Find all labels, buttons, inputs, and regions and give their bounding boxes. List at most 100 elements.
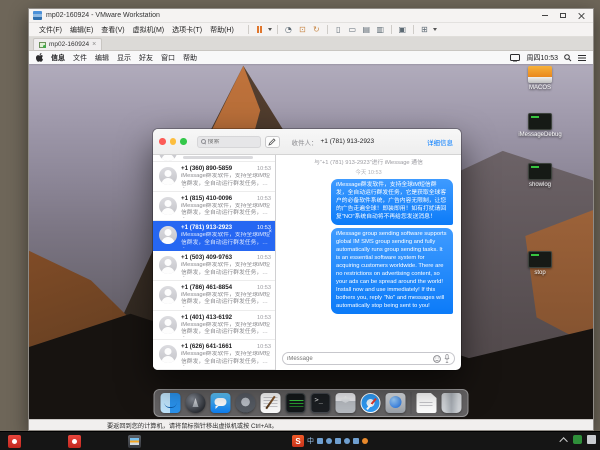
terminal-app-icon bbox=[528, 251, 552, 268]
system-preferences-icon[interactable] bbox=[236, 393, 256, 413]
message-input[interactable] bbox=[287, 356, 430, 362]
desktop-icon-imessagedebug[interactable]: iMessageDebug bbox=[517, 113, 563, 139]
safari-icon[interactable] bbox=[361, 393, 381, 413]
traffic-zoom-button[interactable] bbox=[180, 138, 187, 145]
desktop-icon-macos[interactable]: MACOS bbox=[517, 66, 563, 92]
system-tray[interactable] bbox=[562, 435, 596, 444]
macos-menu-buddies[interactable]: 好友 bbox=[139, 53, 153, 63]
take-snapshot-button[interactable]: ⊡ bbox=[297, 24, 308, 35]
emoji-icon[interactable] bbox=[433, 355, 441, 363]
menu-tabs[interactable]: 选项卡(T) bbox=[168, 25, 206, 35]
textedit-icon[interactable] bbox=[261, 393, 281, 413]
ime-mic-icon[interactable] bbox=[326, 438, 332, 444]
network-icon[interactable] bbox=[386, 393, 406, 413]
apple-menu-icon[interactable] bbox=[36, 53, 44, 62]
ime-mode-toggle[interactable]: 中 bbox=[307, 436, 314, 446]
show-console-button[interactable]: ▣ bbox=[397, 24, 408, 35]
taskbar-app-red-1-icon[interactable] bbox=[8, 435, 21, 448]
console-icon[interactable] bbox=[286, 393, 306, 413]
close-button[interactable] bbox=[573, 10, 589, 21]
conversation-row[interactable]: +1 (360) 890-585910:53 iMessage群发软件，支持全球… bbox=[153, 162, 275, 192]
terminal-icon[interactable] bbox=[311, 393, 331, 413]
windows-taskbar[interactable]: S 中 bbox=[0, 431, 600, 450]
installer-icon[interactable] bbox=[336, 393, 356, 413]
taskbar-app-red-2-icon[interactable] bbox=[68, 435, 81, 448]
ime-punct-icon[interactable] bbox=[317, 438, 323, 444]
tray-display-icon[interactable] bbox=[587, 435, 596, 444]
taskbar-vmware-icon[interactable] bbox=[128, 435, 141, 448]
finder-icon[interactable] bbox=[161, 393, 181, 413]
vmware-titlebar[interactable]: mp02-160924 - VMware Workstation bbox=[29, 9, 593, 23]
conversation-preview: iMessage群发软件，支持全球iM短信群发，全自动运行群发任务，它… bbox=[181, 292, 271, 307]
macos-menu-file[interactable]: 文件 bbox=[73, 53, 87, 63]
messages-icon[interactable] bbox=[211, 393, 231, 413]
conversation-row[interactable]: +1 (786) 461-885410:53 iMessage群发软件，支持全球… bbox=[153, 281, 275, 311]
desktop-icon-stop[interactable]: stop bbox=[517, 251, 563, 277]
vm-tab[interactable]: mp02-160924 × bbox=[33, 38, 102, 50]
conversation-number: +1 (360) 890-5859 bbox=[181, 165, 255, 172]
display-icon[interactable] bbox=[510, 54, 520, 62]
maximize-button[interactable] bbox=[555, 10, 571, 21]
microphone-icon[interactable] bbox=[444, 354, 450, 363]
unity-mode-button[interactable]: ▤ bbox=[361, 24, 372, 35]
pause-vm-button[interactable] bbox=[254, 24, 265, 35]
conversation-row[interactable]: +1 (503) 409-976310:53 iMessage群发软件，支持全球… bbox=[153, 251, 275, 281]
messages-toolbar[interactable]: 收件人： +1 (781) 913-2923 详细信息 bbox=[153, 129, 461, 155]
tray-expand-icon[interactable] bbox=[559, 437, 567, 445]
menu-file[interactable]: 文件(F) bbox=[35, 25, 66, 35]
compose-button[interactable] bbox=[265, 136, 280, 148]
ime-grid-icon[interactable] bbox=[353, 438, 359, 444]
macos-menu-view[interactable]: 显示 bbox=[117, 53, 131, 63]
message-input-field[interactable] bbox=[282, 352, 455, 365]
minimize-button[interactable] bbox=[537, 10, 553, 21]
ime-keyboard-icon[interactable] bbox=[335, 438, 341, 444]
menubar-clock[interactable]: 周四10:53 bbox=[526, 53, 558, 63]
list-icon[interactable] bbox=[578, 54, 586, 62]
snapshot-clock-button[interactable]: ◔ bbox=[283, 24, 294, 35]
revert-snapshot-button[interactable]: ↻ bbox=[311, 24, 322, 35]
chat-transcript[interactable]: 与“+1 (781) 913-2923”进行 iMessage 通信 今天 10… bbox=[276, 155, 461, 349]
menu-view[interactable]: 查看(V) bbox=[97, 25, 128, 35]
ime-toolbar[interactable]: S 中 bbox=[292, 435, 368, 447]
ime-skin-icon[interactable] bbox=[362, 438, 368, 444]
traffic-minimize-button[interactable] bbox=[170, 138, 177, 145]
library-view-button[interactable]: ▭ bbox=[347, 24, 358, 35]
traffic-close-button[interactable] bbox=[159, 138, 166, 145]
search-field[interactable] bbox=[197, 136, 261, 148]
fullscreen-button[interactable]: ⊞ bbox=[419, 24, 430, 35]
console-view-button[interactable]: ▯ bbox=[333, 24, 344, 35]
sogou-ime-icon[interactable]: S bbox=[292, 435, 304, 447]
ime-toolbox-icon[interactable] bbox=[344, 438, 350, 444]
conversation-row[interactable]: +1 (401) 413-619210:53 iMessage群发软件，支持全球… bbox=[153, 311, 275, 341]
menu-help[interactable]: 帮助(H) bbox=[206, 25, 238, 35]
trash-icon[interactable] bbox=[442, 393, 462, 413]
vm-screen[interactable]: 信息 文件 编辑 显示 好友 窗口 帮助 周四10:53 MACOS iMess… bbox=[29, 51, 593, 421]
compose-pencil-icon bbox=[268, 138, 276, 146]
conversation-row-selected[interactable]: +1 (781) 913-292310:53 iMessage群发软件，支持全球… bbox=[153, 221, 275, 251]
macos-menu-edit[interactable]: 编辑 bbox=[95, 53, 109, 63]
conversation-close-icon[interactable]: × bbox=[268, 229, 272, 235]
conversation-row-partial[interactable] bbox=[153, 155, 275, 162]
conversation-number: +1 (786) 461-8854 bbox=[181, 284, 255, 291]
search-icon[interactable] bbox=[564, 54, 572, 62]
launchpad-icon[interactable] bbox=[186, 393, 206, 413]
document-icon[interactable] bbox=[417, 393, 437, 413]
macos-menu-window[interactable]: 窗口 bbox=[161, 53, 175, 63]
conversation-number: +1 (781) 913-2923 bbox=[181, 224, 255, 231]
fullscreen-dropdown-icon[interactable] bbox=[433, 28, 437, 31]
menu-edit[interactable]: 编辑(E) bbox=[66, 25, 97, 35]
vm-tab-close-icon[interactable]: × bbox=[92, 41, 96, 48]
macos-menu-help[interactable]: 帮助 bbox=[183, 53, 197, 63]
thumbnail-view-button[interactable]: ▥ bbox=[375, 24, 386, 35]
menu-vm[interactable]: 虚拟机(M) bbox=[129, 25, 169, 35]
macos-menu-messages[interactable]: 信息 bbox=[51, 53, 65, 63]
to-value[interactable]: +1 (781) 913-2923 bbox=[321, 138, 428, 145]
conversation-row[interactable]: +1 (626) 641-166110:53 iMessage群发软件，支持全球… bbox=[153, 340, 275, 370]
desktop-icon-showlog[interactable]: showlog bbox=[517, 163, 563, 189]
pause-dropdown-icon[interactable] bbox=[268, 28, 272, 31]
tray-security-icon[interactable] bbox=[573, 435, 582, 444]
details-button[interactable]: 详细信息 bbox=[427, 137, 453, 147]
search-input[interactable] bbox=[208, 139, 257, 145]
conversation-list[interactable]: +1 (360) 890-585910:53 iMessage群发软件，支持全球… bbox=[153, 155, 276, 370]
conversation-row[interactable]: +1 (815) 410-009610:53 iMessage群发软件，支持全球… bbox=[153, 192, 275, 222]
